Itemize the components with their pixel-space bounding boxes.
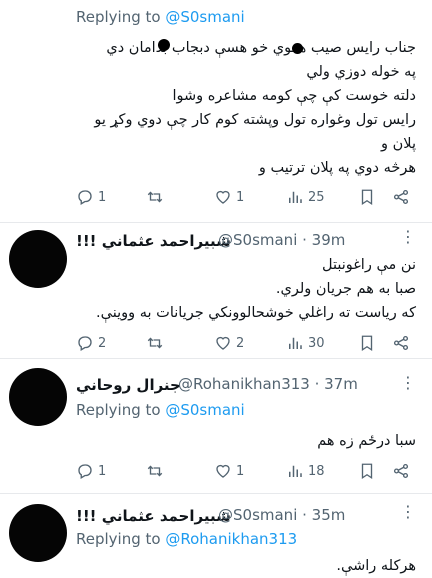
views-count: 18 [308, 463, 325, 479]
avatar[interactable] [9, 504, 67, 562]
bookmark-icon [361, 189, 373, 206]
tweet-line: نن مې راغونبتل [321, 257, 416, 273]
redaction-mark [158, 39, 170, 51]
avatar[interactable] [9, 230, 67, 288]
reply-button[interactable]: 1 [76, 188, 106, 206]
repost-button[interactable] [146, 188, 168, 206]
tweet-line: سبا درځم زه هم [317, 433, 416, 449]
share-icon [393, 189, 409, 205]
share-icon [393, 335, 409, 351]
tweet-line: هرکله راشې. [336, 558, 416, 574]
tweet-line: په خوله دوزي ولي [306, 64, 416, 80]
reply-button[interactable]: 1 [76, 462, 106, 480]
bookmark-button[interactable] [358, 188, 376, 206]
views-icon [289, 465, 302, 477]
tweet-line: که ریاست ته راغلي خوشحالوونکي جریانات به… [96, 305, 416, 321]
repost-icon [147, 191, 163, 203]
reply-count: 2 [98, 335, 107, 351]
replying-to: Replying to @S0smani [76, 401, 245, 419]
tweet-line: پلان و [381, 136, 416, 152]
tweet-4[interactable]: شبيراحمد عثماني !!! @S0smani · 35m ⋮ Rep… [0, 494, 432, 576]
like-button[interactable]: 1 [214, 188, 244, 206]
views-button[interactable]: 18 [286, 462, 325, 480]
like-count: 2 [236, 335, 245, 351]
tweet-line: صبا به هم جریان ولري. [275, 281, 416, 297]
tweet-body: جناب رایس صیب هغوي خو هسې دبجاب بدامان د… [94, 36, 416, 180]
author-handle[interactable]: @S0smani · 35m [218, 506, 345, 524]
tweet-3[interactable]: جنرال روحاني @Rohanikhan313 · 37m ⋮ Repl… [0, 359, 432, 491]
like-icon [216, 336, 230, 350]
reply-count: 1 [98, 463, 107, 479]
like-icon [216, 190, 230, 204]
more-icon[interactable]: ⋮ [400, 502, 417, 521]
tweet-line: جناب رایس صیب هغوي خو هسې دبجاب بدامان د… [106, 40, 416, 56]
reply-icon [78, 336, 92, 351]
views-icon [289, 337, 302, 349]
tweet-line: دلته خوست کې چې کومه مشاعره وشوا [172, 88, 416, 104]
tweet-2[interactable]: شبيراحمد عثماني !!! @S0smani · 39m ⋮ نن … [0, 223, 432, 355]
author-handle[interactable]: @Rohanikhan313 · 37m [178, 375, 358, 393]
replying-to-link[interactable]: @Rohanikhan313 [165, 530, 297, 548]
repost-icon [147, 337, 163, 349]
like-button[interactable]: 2 [214, 334, 244, 352]
bookmark-button[interactable] [358, 334, 376, 352]
author-name[interactable]: جنرال روحاني [76, 376, 181, 394]
share-button[interactable] [392, 334, 410, 352]
tweet-1[interactable]: Replying to @S0smani جناب رایس صیب هغوي … [0, 0, 432, 222]
bookmark-icon [361, 335, 373, 352]
tweet-body: هرکله راشې. [336, 554, 416, 578]
share-button[interactable] [392, 188, 410, 206]
author-name[interactable]: شبيراحمد عثماني !!! [76, 232, 231, 250]
views-button[interactable]: 30 [286, 334, 325, 352]
reply-count: 1 [98, 189, 107, 205]
reply-icon [78, 190, 92, 205]
bookmark-icon [361, 463, 373, 480]
replying-to: Replying to @S0smani [76, 8, 245, 26]
tweet-line: هرڅه دوي په پلان ترتیب و [258, 160, 416, 176]
views-count: 25 [308, 189, 325, 205]
views-count: 30 [308, 335, 325, 351]
like-count: 1 [236, 463, 245, 479]
share-icon [393, 463, 409, 479]
repost-button[interactable] [146, 462, 168, 480]
bookmark-button[interactable] [358, 462, 376, 480]
reply-button[interactable]: 2 [76, 334, 106, 352]
author-name[interactable]: شبيراحمد عثماني !!! [76, 507, 231, 525]
reply-icon [78, 464, 92, 479]
tweet-line: رایس تول وغواره تول وپشته کوم کار چې دوي… [94, 112, 416, 128]
more-icon[interactable]: ⋮ [400, 227, 417, 246]
like-count: 1 [236, 189, 245, 205]
like-icon [216, 464, 230, 478]
replying-to-link[interactable]: @S0smani [165, 401, 244, 419]
more-icon[interactable]: ⋮ [400, 373, 417, 392]
redaction-mark [292, 43, 303, 54]
repost-icon [147, 465, 163, 477]
views-button[interactable]: 25 [286, 188, 325, 206]
tweet-body: سبا درځم زه هم [317, 429, 416, 453]
views-icon [289, 191, 302, 203]
avatar[interactable] [9, 368, 67, 426]
repost-button[interactable] [146, 334, 168, 352]
replying-to: Replying to @Rohanikhan313 [76, 530, 298, 548]
author-handle[interactable]: @S0smani · 39m [218, 231, 345, 249]
tweet-body: نن مې راغونبتل صبا به هم جریان ولري. که … [96, 253, 416, 325]
share-button[interactable] [392, 462, 410, 480]
replying-to-link[interactable]: @S0smani [165, 8, 244, 26]
like-button[interactable]: 1 [214, 462, 244, 480]
